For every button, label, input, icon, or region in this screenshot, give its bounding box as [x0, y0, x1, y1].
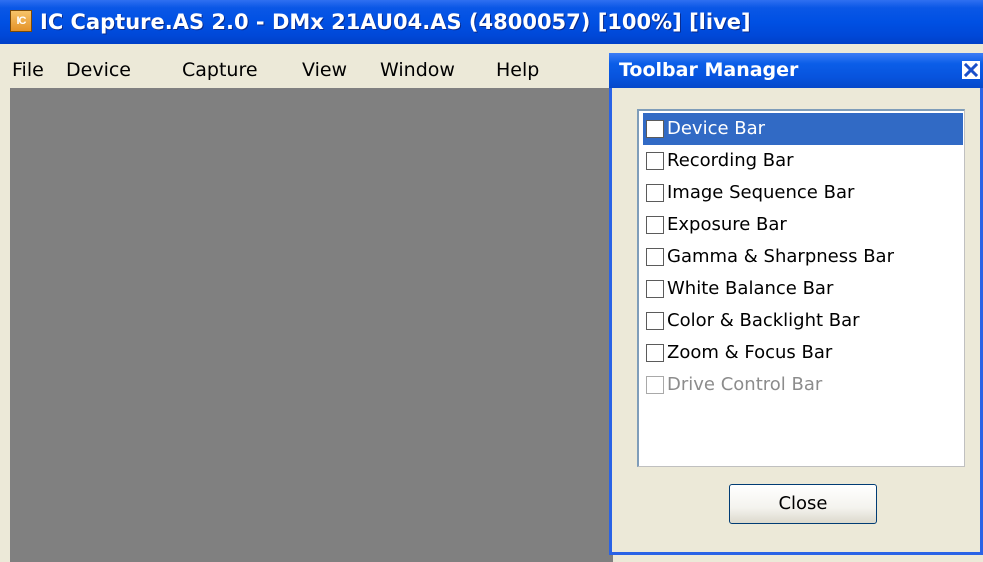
list-item[interactable]: Image Sequence Bar	[643, 177, 963, 209]
list-item-label: White Balance Bar	[667, 278, 834, 299]
main-titlebar[interactable]: IC IC Capture.AS 2.0 - DMx 21AU04.AS (48…	[0, 0, 983, 44]
list-item[interactable]: Color & Backlight Bar	[643, 305, 963, 337]
list-item[interactable]: Device Bar	[643, 113, 963, 145]
checkbox[interactable]	[646, 152, 664, 170]
live-video-area[interactable]	[10, 88, 613, 562]
list-item-label: Recording Bar	[667, 150, 794, 171]
list-item-label: Gamma & Sharpness Bar	[667, 246, 894, 267]
checkbox[interactable]	[646, 184, 664, 202]
list-item[interactable]: Zoom & Focus Bar	[643, 337, 963, 369]
toolbar-list[interactable]: Device Bar Recording Bar Image Sequence …	[637, 109, 965, 467]
app-icon: IC	[10, 10, 32, 32]
list-item[interactable]: Exposure Bar	[643, 209, 963, 241]
menu-device[interactable]: Device	[66, 52, 131, 88]
checkbox[interactable]	[646, 120, 664, 138]
list-item[interactable]: Gamma & Sharpness Bar	[643, 241, 963, 273]
checkbox[interactable]	[646, 344, 664, 362]
checkbox	[646, 376, 664, 394]
list-item: Drive Control Bar	[643, 369, 963, 401]
checkbox[interactable]	[646, 216, 664, 234]
list-item-label: Drive Control Bar	[667, 374, 823, 395]
checkbox[interactable]	[646, 312, 664, 330]
menu-view[interactable]: View	[302, 52, 347, 88]
list-item-label: Zoom & Focus Bar	[667, 342, 833, 363]
checkbox[interactable]	[646, 248, 664, 266]
dialog-title: Toolbar Manager	[619, 59, 799, 81]
toolbar-manager-titlebar[interactable]: Toolbar Manager	[609, 53, 983, 88]
menu-file[interactable]: File	[12, 52, 44, 88]
close-icon[interactable]	[962, 61, 980, 79]
list-item-label: Device Bar	[667, 118, 766, 139]
menubar: File Device Capture View Window Help	[0, 52, 620, 88]
checkbox[interactable]	[646, 280, 664, 298]
close-button[interactable]: Close	[729, 484, 877, 524]
list-item[interactable]: White Balance Bar	[643, 273, 963, 305]
list-item-label: Color & Backlight Bar	[667, 310, 860, 331]
window-title: IC Capture.AS 2.0 - DMx 21AU04.AS (48000…	[40, 10, 751, 34]
list-item-label: Exposure Bar	[667, 214, 787, 235]
menu-help[interactable]: Help	[496, 52, 539, 88]
list-item[interactable]: Recording Bar	[643, 145, 963, 177]
menu-window[interactable]: Window	[380, 52, 455, 88]
list-item-label: Image Sequence Bar	[667, 182, 855, 203]
menu-capture[interactable]: Capture	[182, 52, 258, 88]
screen: IC IC Capture.AS 2.0 - DMx 21AU04.AS (48…	[0, 0, 983, 562]
